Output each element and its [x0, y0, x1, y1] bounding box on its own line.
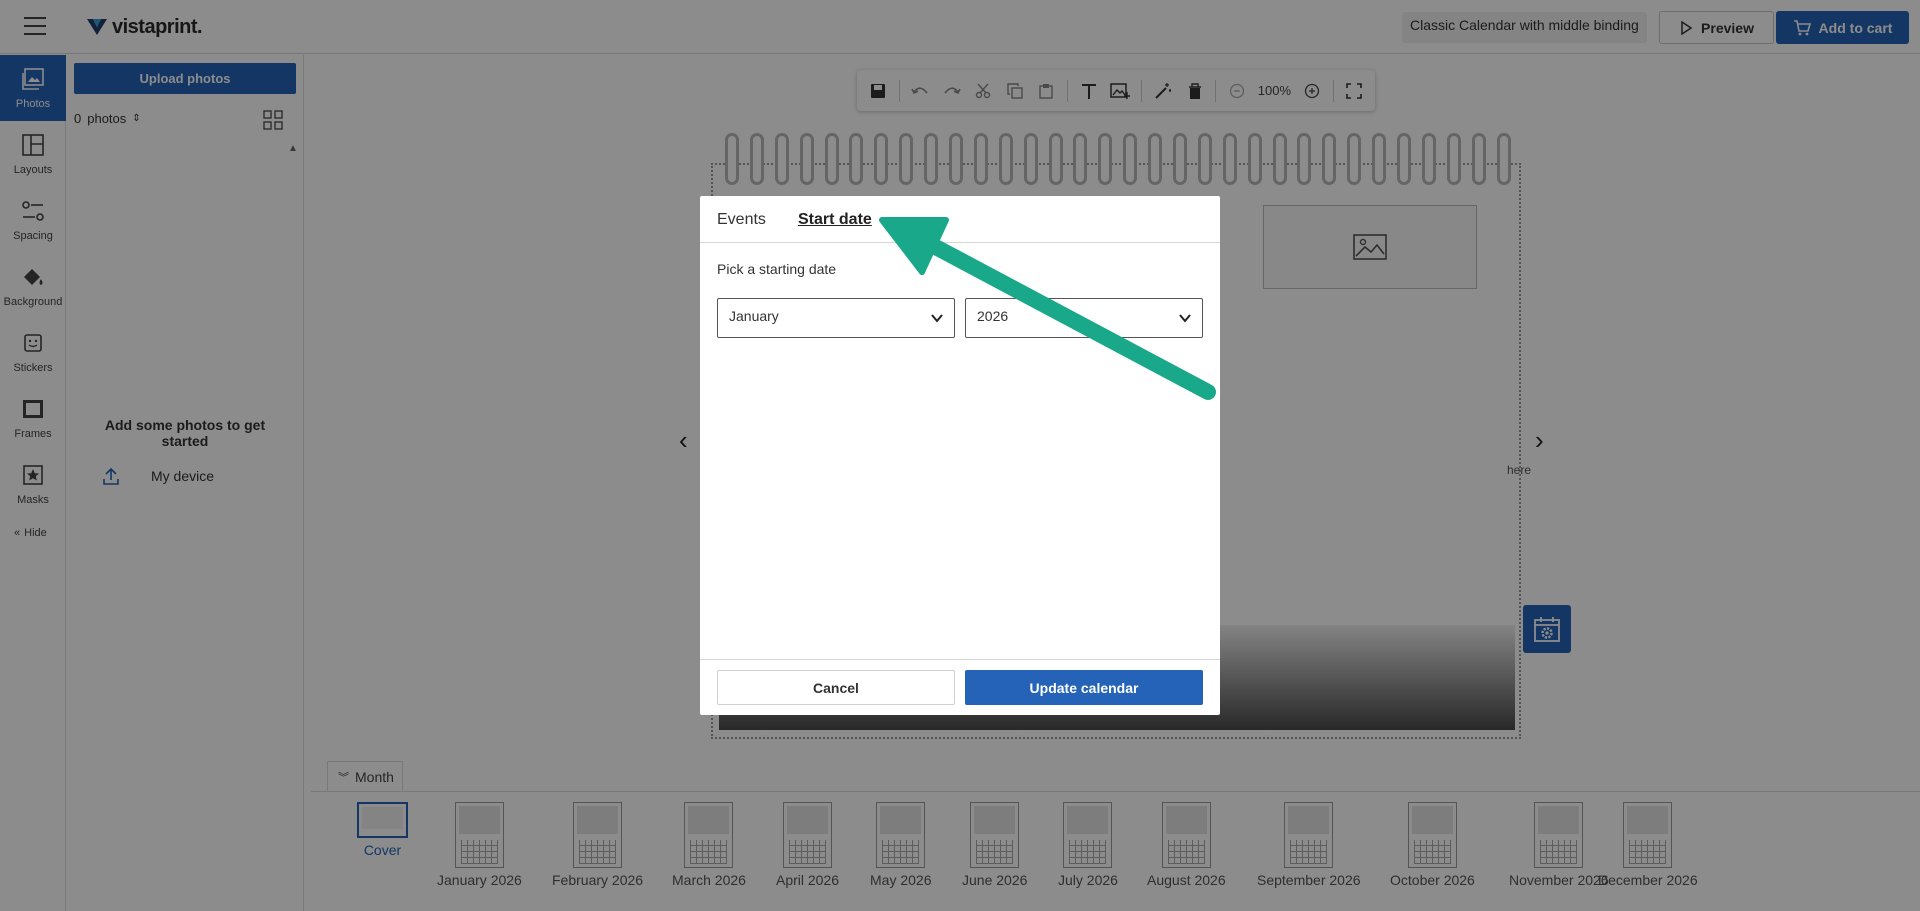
year-select-value: 2026	[977, 308, 1009, 324]
chevron-down-icon	[1179, 314, 1191, 323]
year-select[interactable]: 2026	[965, 298, 1203, 338]
month-select[interactable]: January	[717, 298, 955, 338]
cancel-button[interactable]: Cancel	[717, 670, 955, 705]
update-calendar-button[interactable]: Update calendar	[965, 670, 1203, 705]
month-select-value: January	[729, 308, 779, 324]
tab-events[interactable]: Events	[717, 211, 766, 229]
tab-start-date[interactable]: Start date	[798, 211, 872, 229]
calendar-settings-dialog: Events Start date Pick a starting date J…	[700, 196, 1220, 715]
pick-date-label: Pick a starting date	[717, 261, 837, 277]
dialog-footer: Cancel Update calendar	[700, 659, 1220, 715]
dialog-tabs: Events Start date	[700, 196, 1220, 243]
chevron-down-icon	[931, 314, 943, 323]
